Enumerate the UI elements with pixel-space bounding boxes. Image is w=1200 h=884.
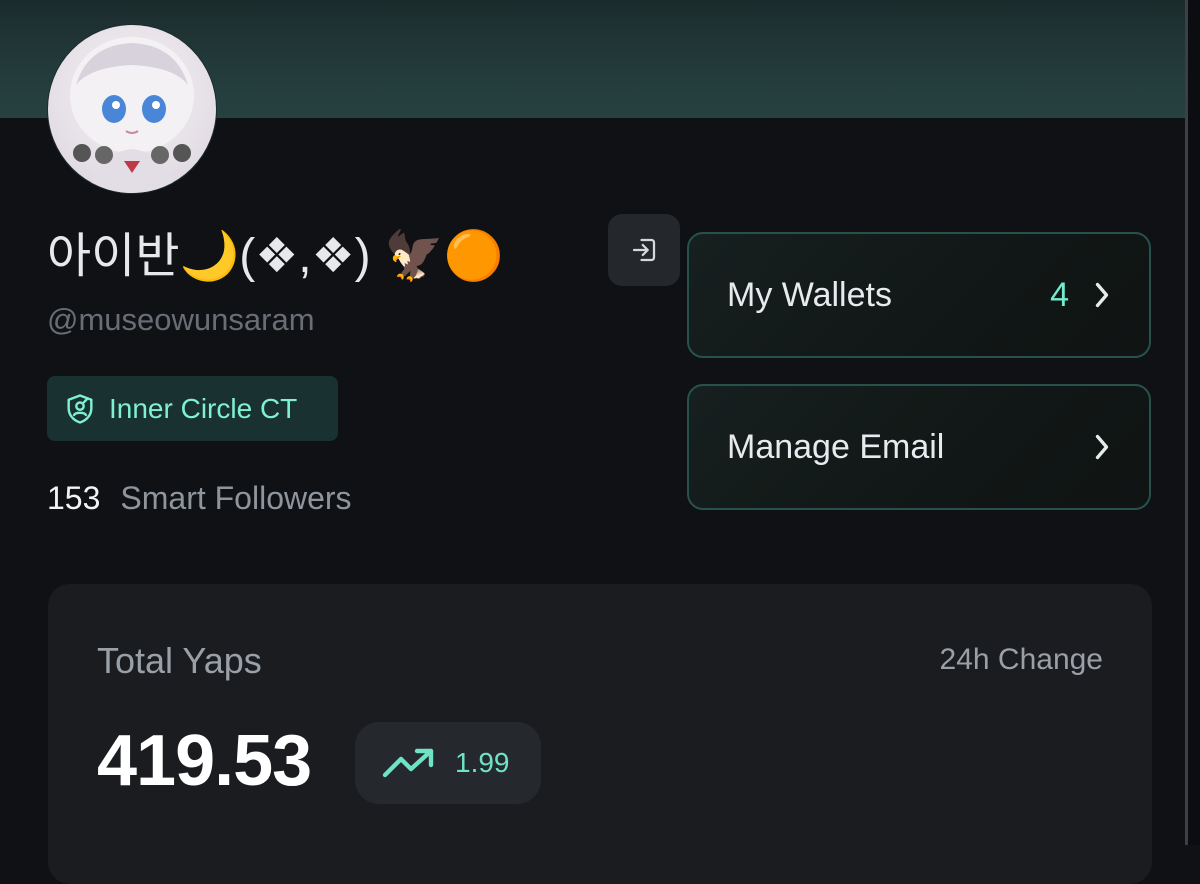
trending-up-icon: [382, 748, 434, 778]
display-name: 아이반🌙(❖,❖) 🦅🟠: [47, 230, 504, 283]
change-24h-value: 1.99: [455, 747, 510, 778]
logout-icon: [632, 238, 656, 262]
change-24h-label: 24h Change: [939, 643, 1103, 676]
inner-circle-badge: Inner Circle CT: [47, 376, 338, 441]
my-wallets-button[interactable]: My Wallets 4: [687, 232, 1151, 358]
wallets-count: 4: [1050, 275, 1069, 314]
chevron-right-icon: [1095, 434, 1109, 460]
logout-button[interactable]: [608, 214, 680, 286]
smart-followers: 153 Smart Followers: [47, 480, 352, 517]
scrollbar[interactable]: [1185, 0, 1200, 845]
total-yaps-card: Total Yaps 24h Change 419.53 1.99: [48, 584, 1152, 884]
my-wallets-label: My Wallets: [727, 275, 892, 314]
total-yaps-value: 419.53: [97, 721, 312, 801]
smart-followers-count: 153: [47, 480, 101, 516]
change-24h-pill: 1.99: [355, 722, 541, 804]
user-handle: @museowunsaram: [47, 302, 315, 337]
shield-user-icon: [67, 393, 93, 424]
smart-followers-label: Smart Followers: [120, 480, 352, 516]
chevron-right-icon: [1095, 282, 1109, 308]
manage-email-label: Manage Email: [727, 427, 945, 466]
avatar: [47, 24, 217, 194]
total-yaps-title: Total Yaps: [97, 640, 262, 681]
manage-email-button[interactable]: Manage Email: [687, 384, 1151, 510]
badge-label: Inner Circle CT: [109, 392, 298, 424]
